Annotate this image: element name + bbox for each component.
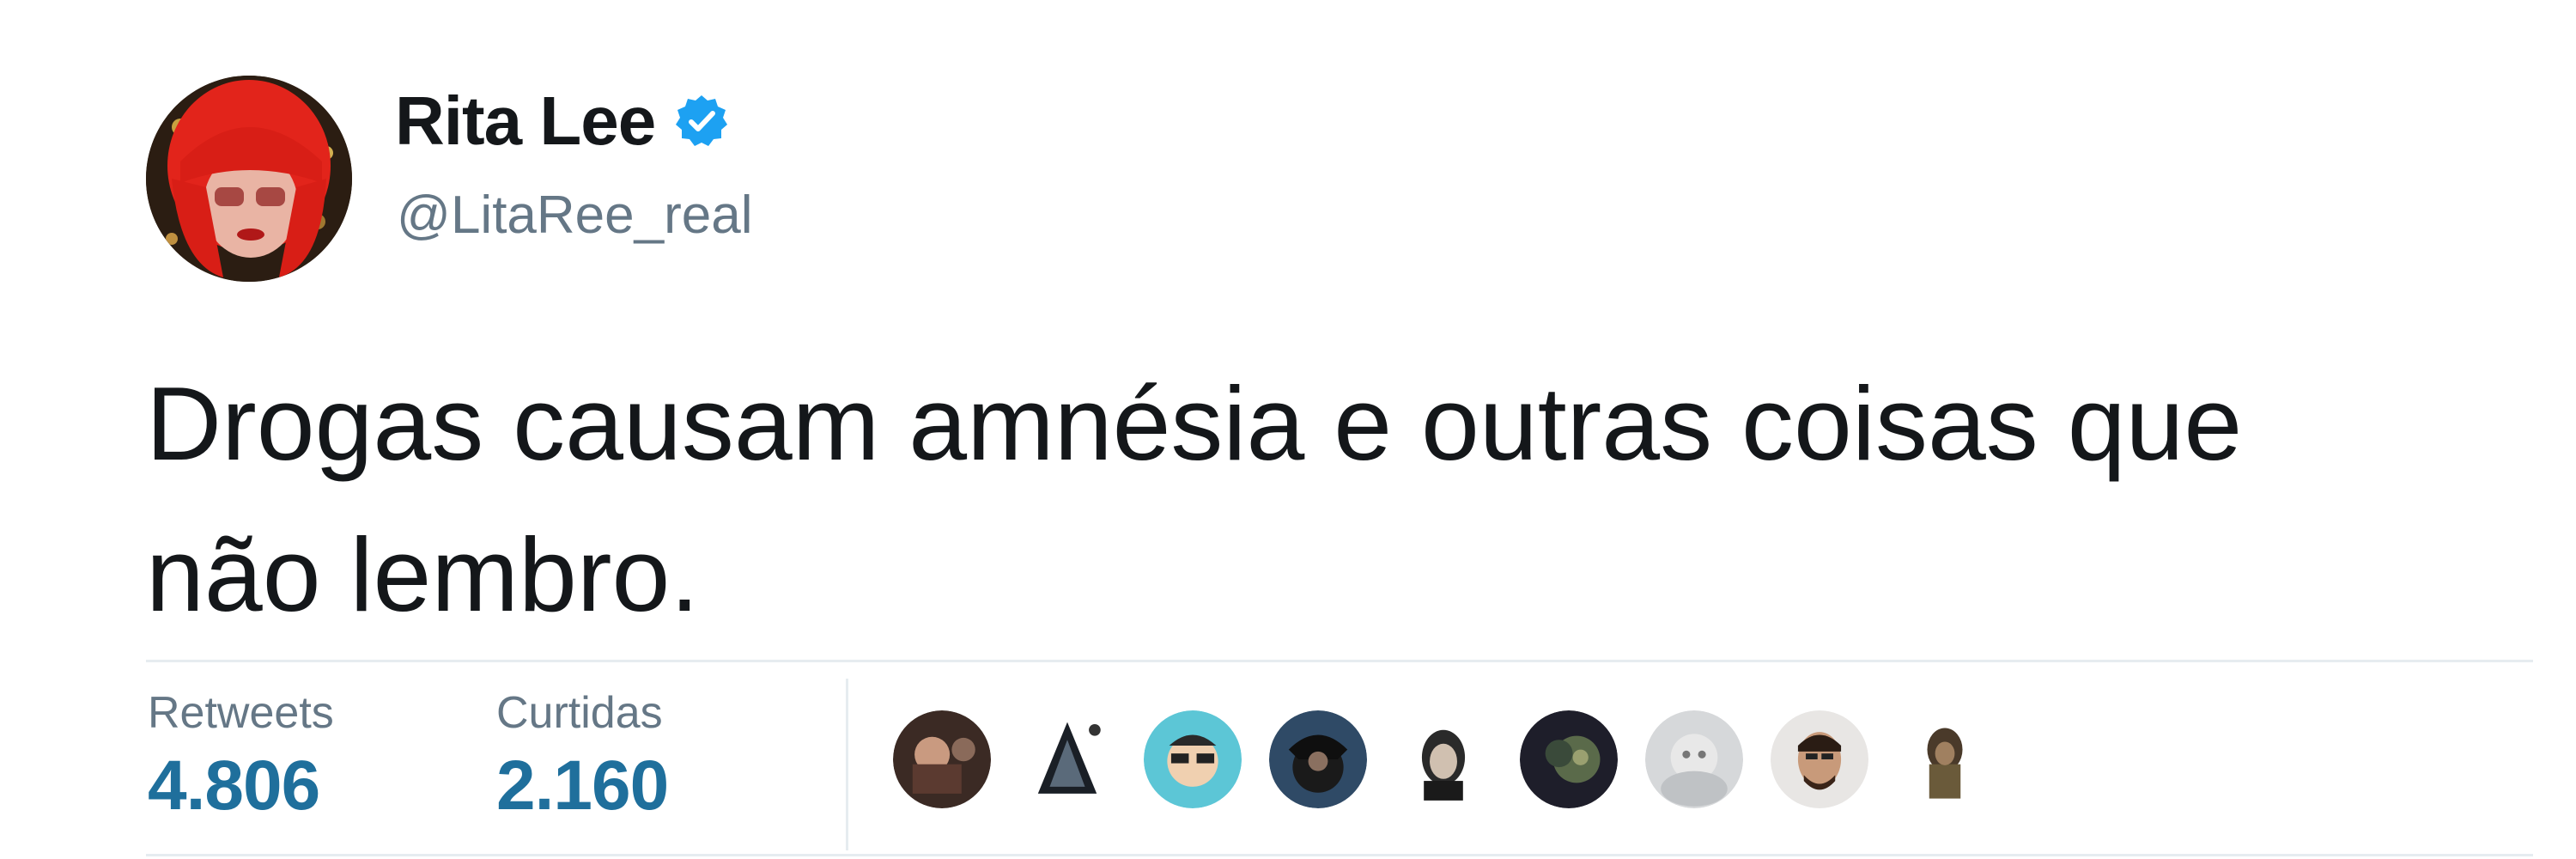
likers-avatar-list <box>893 708 2021 811</box>
author-name-row: Rita Lee <box>395 82 729 160</box>
retweets-label: Retweets <box>148 688 334 738</box>
author-avatar[interactable] <box>146 76 352 282</box>
liker-avatar[interactable] <box>1645 710 1743 808</box>
verified-badge-icon <box>674 94 729 149</box>
tweet-text-line-1: Drogas causam amnésia e outras coisas qu… <box>146 365 2243 482</box>
author-handle[interactable]: @LitaRee_real <box>397 185 753 246</box>
liker-avatar[interactable] <box>1771 710 1868 808</box>
liker-avatar[interactable] <box>1018 710 1116 808</box>
liker-avatar[interactable] <box>1896 710 1994 808</box>
liker-avatar[interactable] <box>1144 710 1242 808</box>
likes-stat[interactable]: Curtidas 2.160 <box>496 687 669 833</box>
stats-top-divider <box>146 660 2533 662</box>
tweet-card: Rita Lee @LitaRee_real Drogas causam amn… <box>0 0 2576 859</box>
stats-separator <box>846 679 848 850</box>
retweets-stat[interactable]: Retweets 4.806 <box>148 687 334 833</box>
stats-bottom-divider <box>146 854 2533 856</box>
liker-avatar[interactable] <box>1269 710 1367 808</box>
liker-avatar[interactable] <box>893 710 991 808</box>
liker-avatar[interactable] <box>1394 710 1492 808</box>
likes-count: 2.160 <box>496 746 669 825</box>
tweet-text-line-2: não lembro. <box>146 516 700 633</box>
likes-label: Curtidas <box>496 688 663 738</box>
tweet-text: Drogas causam amnésia e outras coisas qu… <box>146 348 2533 650</box>
liker-avatar[interactable] <box>1520 710 1618 808</box>
author-display-name[interactable]: Rita Lee <box>395 82 656 161</box>
retweets-count: 4.806 <box>148 746 320 825</box>
